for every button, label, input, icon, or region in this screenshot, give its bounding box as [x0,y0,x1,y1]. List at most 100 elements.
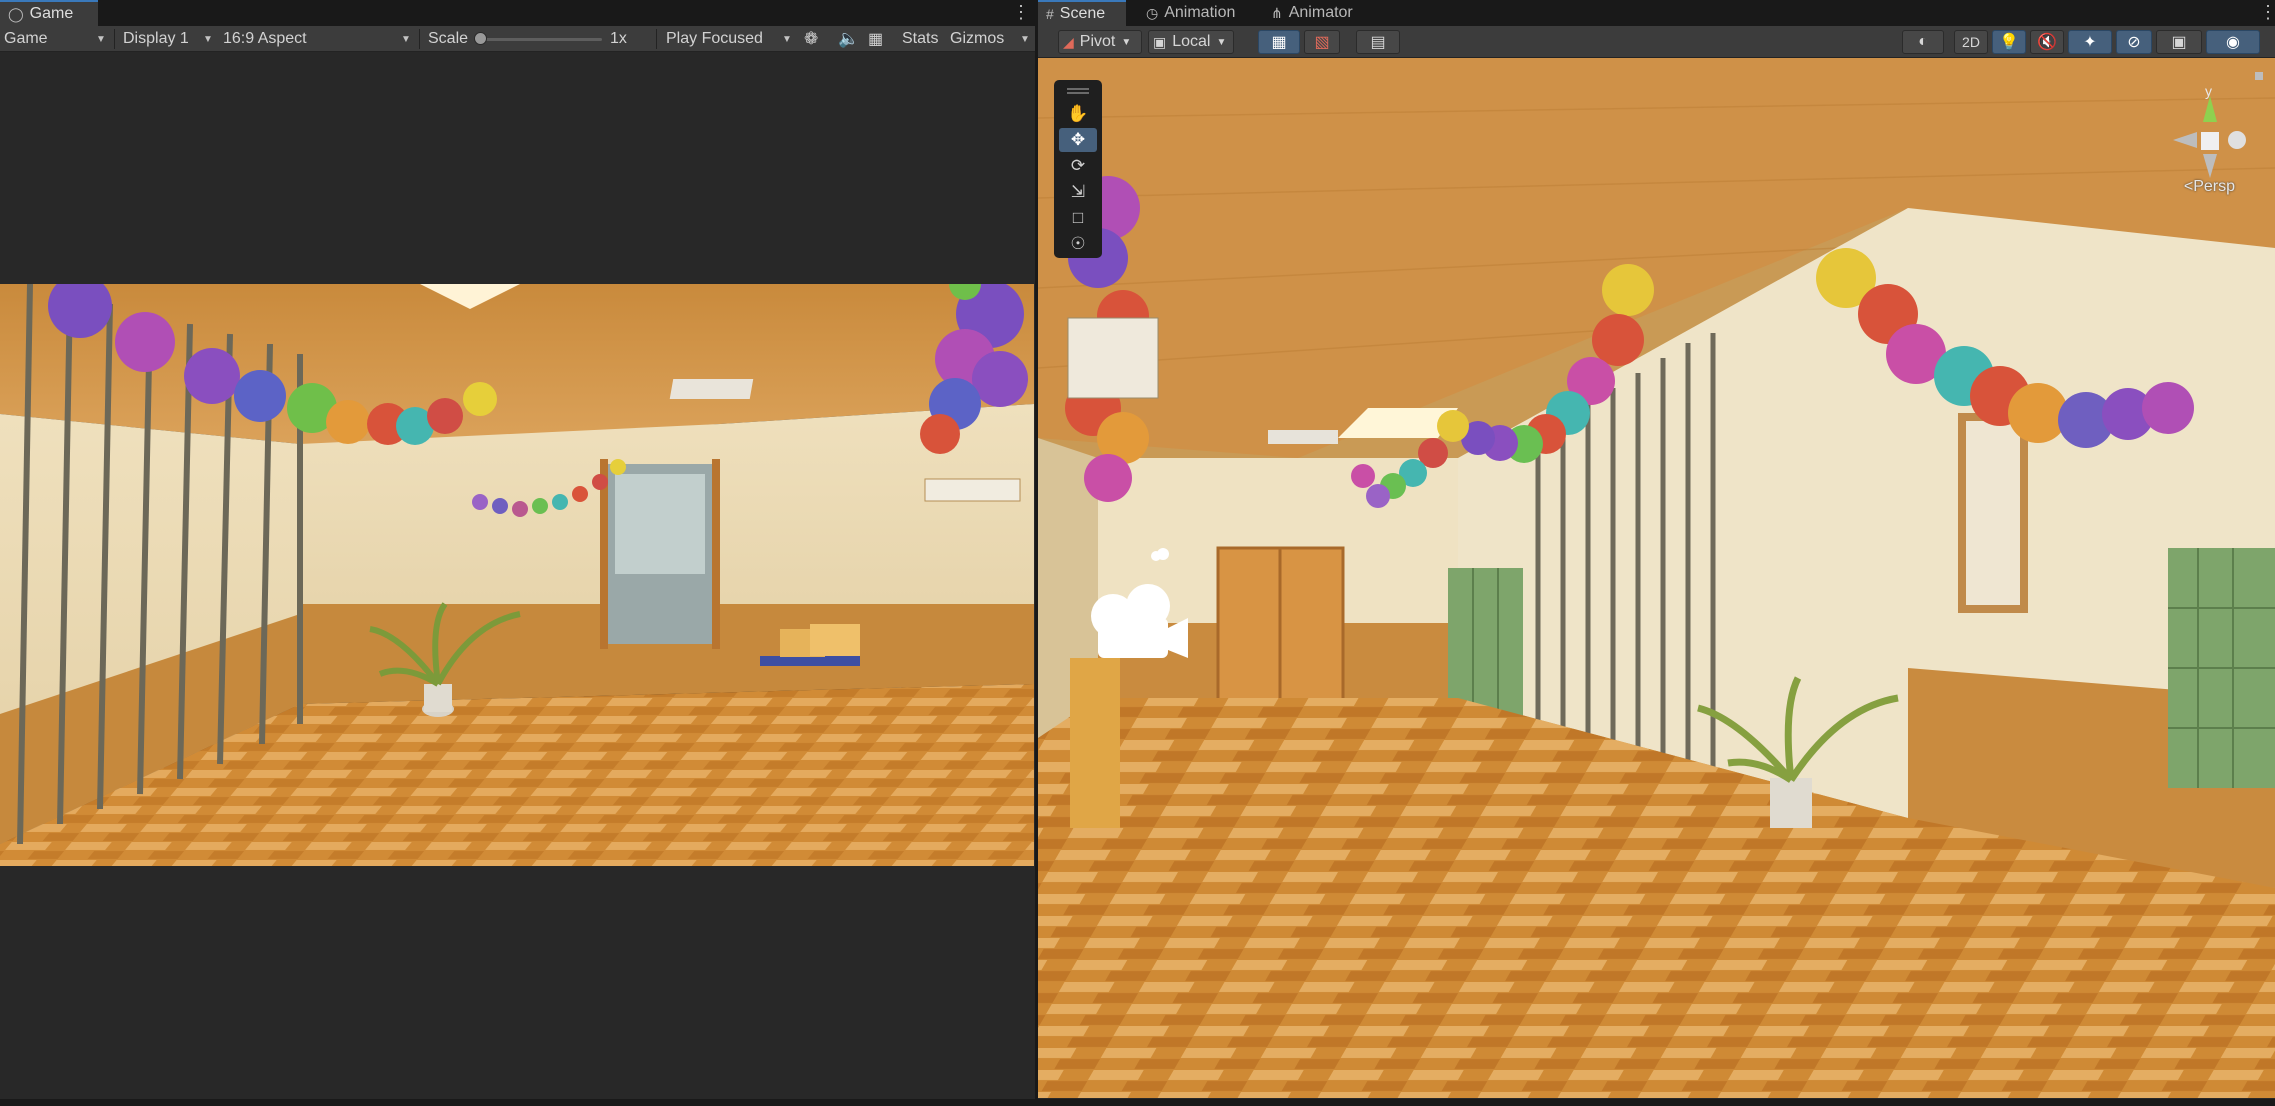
scale-tool-button[interactable]: ⇲ [1059,180,1097,204]
scene-visibility-button[interactable]: ⊘ [2116,30,2152,54]
chevron-down-icon: ▼ [401,34,411,45]
gizmo-neg-x-axis[interactable] [2173,132,2197,148]
rect-icon: □ [1072,208,1084,227]
snap-grid-icon: ▧ [1314,34,1330,51]
increment-snap-button[interactable]: ▧ [1304,30,1340,54]
pivot-icon: ◢ [1063,33,1074,50]
rotate-tool-button[interactable]: ⟳ [1059,154,1097,178]
stats-button[interactable]: Stats [902,26,938,52]
gizmo-neg-y-axis[interactable] [2203,154,2217,178]
gizmos-dropdown[interactable]: Gizmos ▼ [950,26,1032,52]
scale-slider-handle[interactable] [474,32,487,45]
cube-icon: ▣ [1153,33,1167,50]
tab-animator-label: Animator [1288,4,1353,21]
camera-icon: ▣ [2171,34,2187,51]
clock-icon: ◷ [1146,4,1159,21]
tab-animation[interactable]: ◷ Animation [1138,0,1258,26]
game-panel: ◯ Game ⋮ Game ▼ Display 1 ▼ 16:9 Aspect … [0,0,1036,1099]
lightbulb-icon: 💡 [1999,34,2019,51]
lighting-toggle-button[interactable]: 💡 [1992,30,2026,54]
2d-toggle-button[interactable]: 2D [1954,30,1988,54]
mute-icon: 🔇 [2037,34,2057,51]
grid-visibility-icon: ▤ [1370,34,1386,51]
camera-settings-dropdown[interactable]: ▣ [2156,30,2202,54]
game-render-image [0,284,1034,866]
grid-snap-button[interactable]: ▦ [1258,30,1300,54]
hand-icon: ✋ [1067,104,1089,123]
grid-visibility-button[interactable]: ▤ [1356,30,1400,54]
gizmo-x-axis[interactable] [2228,131,2246,149]
scale-label: Scale [428,30,469,47]
tab-game[interactable]: ◯ Game [0,0,98,26]
game-view-mode-label: Game [4,30,48,47]
chevron-down-icon: ▼ [1121,36,1132,48]
scene-view-viewport[interactable]: ✋ ✥ ⟳ ⇲ □ ☉ y <Persp [1038,58,2275,1098]
chevron-down-icon: ▼ [96,34,106,45]
game-toolbar: Game ▼ Display 1 ▼ 16:9 Aspect ▼ Scale 1… [0,26,1036,52]
aspect-label: 16:9 Aspect [223,30,307,47]
draw-mode-dropdown[interactable]: ◐ [1902,30,1944,54]
tab-scene[interactable]: # Scene [1038,0,1126,26]
scale-value: 1x [610,30,627,47]
projection-label[interactable]: <Persp [2184,178,2235,196]
bug-icon[interactable]: ❁ [804,26,818,52]
play-mode-dropdown[interactable]: Play Focused ▼ [666,26,794,52]
grid-icon: # [1046,6,1054,22]
effects-dropdown[interactable]: ✦ [2068,30,2112,54]
tab-scene-label: Scene [1059,5,1106,22]
lock-icon[interactable] [2255,72,2263,80]
scale-icon: ⇲ [1070,182,1086,201]
status-strip [0,1099,2275,1106]
hand-tool-button[interactable]: ✋ [1059,102,1097,126]
projection-text: Persp [2193,178,2235,195]
gizmos-scene-dropdown[interactable]: ◉ [2206,30,2260,54]
game-view-mode-dropdown[interactable]: Game ▼ [4,26,110,52]
effects-icon: ✦ [2083,34,2097,51]
display-label: Display 1 [123,30,189,47]
tab-game-label: Game [29,5,74,22]
move-tool-button[interactable]: ✥ [1059,128,1097,152]
chevron-down-icon: ▼ [782,34,792,45]
pivot-label: Pivot [1079,33,1116,50]
scene-more-icon[interactable]: ⋮ [2259,2,2275,22]
scene-render-image [1038,58,2275,1098]
back-arrow-icon: < [2183,178,2194,195]
gizmos-label: Gizmos [950,30,1005,47]
scene-tabbar: # Scene ◷ Animation ⋔ Animator ⋮ [1038,0,2275,26]
eye-off-icon: ⊘ [2127,34,2141,51]
space-dropdown[interactable]: ▣ Local ▼ [1148,30,1234,54]
scene-tool-palette: ✋ ✥ ⟳ ⇲ □ ☉ [1054,80,1102,258]
scene-toolbar: ◢ Pivot ▼ ▣ Local ▼ ▦ ▧ ▤ ◐ 2D 💡 🔇 ✦ ⊘ ▣… [1038,26,2275,58]
display-dropdown[interactable]: Display 1 ▼ [123,26,217,52]
toolbar-separator [419,29,420,49]
palette-drag-handle[interactable] [1067,88,1089,94]
toolbar-separator [656,29,657,49]
rect-tool-button[interactable]: □ [1059,206,1097,230]
gizmo-globe-icon: ◉ [2226,34,2240,51]
scene-panel: # Scene ◷ Animation ⋔ Animator ⋮ ◢ Pivot… [1038,0,2275,1099]
gizmo-center[interactable] [2201,132,2219,150]
chevron-down-icon: ▼ [203,34,213,45]
scale-slider-track[interactable] [480,38,602,41]
grid-snap-icon: ▦ [1271,34,1287,51]
audio-icon[interactable]: 🔈 [838,26,859,52]
audio-toggle-button[interactable]: 🔇 [2030,30,2064,54]
game-more-icon[interactable]: ⋮ [1012,2,1030,22]
play-mode-label: Play Focused [666,30,763,47]
rotate-icon: ⟳ [1070,156,1086,175]
transform-tool-button[interactable]: ☉ [1059,232,1097,256]
space-label: Local [1172,33,1211,50]
game-render-view[interactable] [0,284,1034,866]
gamepad-icon: ◯ [8,5,24,22]
transform-icon: ☉ [1070,234,1086,253]
animator-icon: ⋔ [1271,4,1283,21]
aspect-dropdown[interactable]: 16:9 Aspect ▼ [223,26,415,52]
toolbar-separator [114,29,115,49]
move-icon: ✥ [1070,130,1086,149]
gizmo-axis-label: y [2205,83,2212,99]
keyboard-icon[interactable]: ▦ [868,26,883,52]
tab-animator[interactable]: ⋔ Animator [1263,0,1373,26]
chevron-down-icon: ▼ [1216,36,1227,48]
gizmo-y-axis[interactable] [2203,96,2217,122]
pivot-dropdown[interactable]: ◢ Pivot ▼ [1058,30,1142,54]
